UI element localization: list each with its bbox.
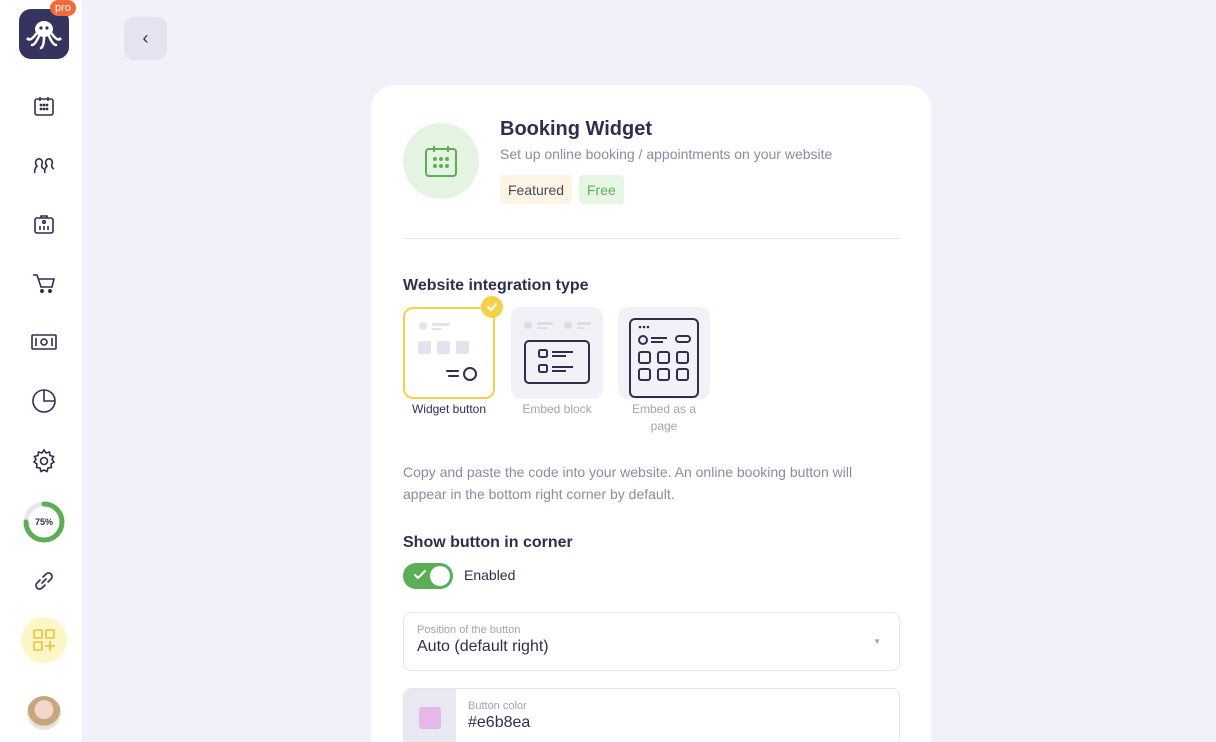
embed-page-illustration-icon [629, 318, 699, 398]
sidebar: pro 75% [0, 0, 82, 742]
color-field-value: #e6b8ea [468, 714, 531, 731]
integration-type-title: Website integration type [403, 277, 589, 294]
progress-label: 75% [34, 517, 53, 527]
toggle-knob [430, 566, 450, 586]
option-embed-block-label: Embed block [522, 402, 592, 416]
button-position-select[interactable]: Position of the button Auto (default rig… [403, 612, 900, 671]
color-swatch [419, 706, 441, 729]
divider [403, 238, 900, 239]
money-icon[interactable] [29, 327, 59, 357]
widget-title: Booking Widget [500, 118, 653, 140]
show-corner-toggle[interactable] [403, 563, 453, 589]
settings-icon[interactable] [29, 446, 59, 476]
option-widget-button-label: Widget button [411, 402, 487, 416]
color-field-label: Button color [468, 700, 527, 712]
user-avatar[interactable] [27, 696, 61, 730]
setup-progress-ring[interactable]: 75% [22, 500, 66, 544]
widget-icon-circle [403, 123, 479, 199]
check-icon [414, 570, 426, 580]
calendar-icon[interactable] [29, 91, 59, 121]
widget-subtitle: Set up online booking / appointments on … [500, 146, 833, 162]
apps-add-button[interactable] [21, 617, 67, 663]
apps-add-icon [33, 629, 55, 651]
option-widget-button[interactable] [403, 307, 495, 399]
option-embed-page[interactable] [618, 307, 710, 399]
widget-button-illustration-icon [418, 322, 477, 381]
integration-description: Copy and paste the code into your websit… [403, 464, 853, 502]
chevron-down-icon: ▼ [873, 637, 881, 646]
back-button[interactable]: ‹ [124, 17, 167, 60]
cart-icon[interactable] [29, 268, 59, 298]
position-field-label: Position of the button [417, 624, 521, 636]
color-swatch-box[interactable] [404, 689, 456, 742]
clients-icon[interactable] [29, 150, 59, 180]
widget-card: Booking Widget Set up online booking / a… [371, 85, 931, 742]
app-logo[interactable] [19, 9, 69, 59]
show-corner-title: Show button in corner [403, 534, 573, 551]
calendar-icon [425, 146, 457, 177]
option-embed-block[interactable] [511, 307, 603, 399]
link-icon[interactable] [29, 566, 59, 596]
octopus-logo-icon [26, 21, 62, 50]
featured-tag: Featured [500, 175, 573, 204]
button-color-field[interactable]: Button color #e6b8ea [403, 688, 900, 742]
selected-check-icon [481, 296, 503, 318]
analytics-icon[interactable] [29, 386, 59, 416]
toggle-label: Enabled [464, 567, 516, 583]
embed-block-illustration-icon [524, 321, 591, 384]
free-tag: Free [579, 175, 624, 204]
team-icon[interactable] [29, 209, 59, 239]
position-field-value: Auto (default right) [417, 638, 549, 655]
pro-badge: pro [50, 0, 76, 16]
option-embed-page-label: Embed as a page [631, 402, 697, 433]
